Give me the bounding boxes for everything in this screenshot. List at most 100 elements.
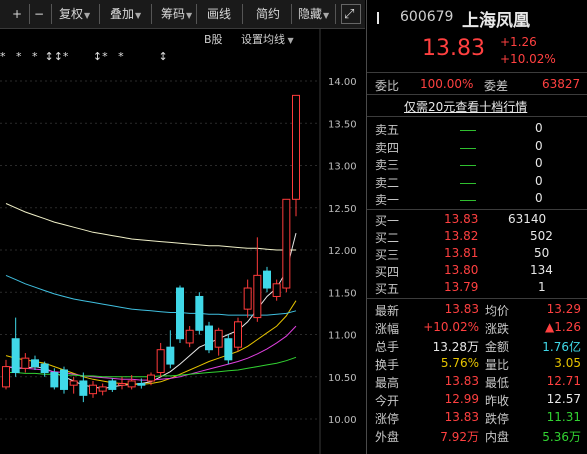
stat-label: 最高 [375, 376, 400, 390]
zoom-in-button[interactable]: + [8, 4, 30, 24]
bid-price[interactable]: 13.80 [444, 263, 478, 277]
stat-value: 12.57 [546, 392, 581, 406]
stat-label: 今开 [375, 394, 400, 408]
bid-volume: 1 [538, 280, 546, 294]
fuquan-dropdown[interactable]: 复权▼ [55, 4, 100, 24]
candle-body [79, 380, 88, 396]
stat-label: 最新 [375, 304, 400, 318]
candle-body [166, 346, 175, 365]
candle-body [2, 366, 10, 388]
stat-label: 量比 [485, 358, 510, 372]
y-tick-label: 13.00 [328, 162, 357, 173]
y-tick-label: 13.50 [328, 119, 357, 130]
bid-volume: 63140 [508, 212, 547, 226]
bid-label: 买三 [375, 248, 400, 262]
chouma-label: 筹码 [161, 7, 186, 21]
candle-body [282, 198, 291, 289]
candle-body [176, 287, 184, 340]
y-tick-label: 14.00 [328, 77, 357, 88]
candle-body [205, 325, 213, 351]
empty-price-dash [460, 130, 476, 131]
ask-label: 卖五 [375, 123, 400, 137]
y-tick-label: 10.00 [328, 415, 357, 426]
stat-value: 3.05 [554, 356, 581, 370]
stat-value: 13.83 [444, 410, 479, 424]
price-change: +1.26 [500, 35, 537, 49]
huaxian-label: 画线 [207, 7, 232, 21]
y-tick-label: 10.50 [328, 373, 357, 384]
bid-label: 买一 [375, 214, 400, 228]
stat-value: 11.31 [546, 410, 581, 424]
bid-label: 买二 [375, 231, 400, 245]
candle-body [137, 383, 146, 386]
bid-price[interactable]: 13.83 [444, 212, 478, 226]
candle-body [263, 270, 271, 289]
stat-value: +10.02% [423, 320, 479, 334]
y-tick-label: 12.50 [328, 204, 357, 215]
huaxian-button[interactable]: 画线 [203, 4, 243, 24]
menu-icon[interactable] [375, 11, 389, 25]
diejia-dropdown[interactable]: 叠加▼ [106, 4, 152, 24]
empty-price-dash [460, 182, 476, 184]
weicha-value: 63827 [542, 77, 581, 91]
ask-volume: 0 [535, 191, 543, 205]
ask-volume: 0 [535, 173, 543, 188]
candle-body [292, 94, 300, 200]
chevron-down-icon: ▼ [323, 11, 330, 20]
bid-price[interactable]: 13.82 [444, 229, 478, 243]
yincang-dropdown[interactable]: 隐藏▼ [294, 4, 336, 24]
quote-panel: 600679 上海凤凰 13.83 +1.26 +10.02% 委比 100.0… [366, 0, 587, 454]
bid-price[interactable]: 13.81 [444, 246, 478, 260]
chart-canvas[interactable]: 14.00 13.50 13.00 12.50 12.00 11.50 11.00 10.50… [0, 28, 365, 454]
chevron-down-icon: ▼ [84, 11, 91, 20]
bid-volume: 502 [530, 229, 553, 243]
ask-volume: 0 [535, 121, 543, 135]
fuquan-label: 复权 [59, 7, 84, 21]
stat-label: 涨停 [375, 412, 400, 426]
ask-label: 卖一 [375, 193, 400, 207]
stat-label: 最低 [485, 376, 510, 390]
candle-body [40, 363, 49, 374]
ask-volume: 0 [535, 138, 543, 153]
ma-line [5, 300, 297, 385]
candle-body [108, 380, 117, 390]
candle-body [89, 384, 97, 395]
candle-body [185, 329, 194, 344]
stat-value: 12.71 [546, 374, 581, 388]
candle-body [156, 349, 165, 374]
chevron-down-icon: ▼ [186, 11, 193, 20]
candle-body [31, 359, 39, 368]
diejia-label: 叠加 [110, 7, 135, 21]
fullscreen-button[interactable]: ⤢ [341, 4, 361, 24]
weicha-label: 委差 [484, 79, 509, 93]
stat-label: 涨幅 [375, 322, 400, 336]
stat-label: 总手 [375, 340, 400, 354]
zoom-out-button[interactable]: − [30, 4, 52, 24]
jianyue-button[interactable]: 简约 [252, 4, 292, 24]
candle-body [147, 374, 155, 382]
stock-code: 600679 [400, 9, 454, 25]
y-tick-label: 11.00 [328, 331, 357, 342]
candle-body [127, 380, 136, 388]
bid-price[interactable]: 13.79 [444, 280, 478, 294]
bid-label: 买四 [375, 265, 400, 279]
stat-value: 13.83 [444, 374, 479, 388]
candle-body [21, 357, 30, 369]
candle-body [69, 380, 78, 386]
candle-body [234, 321, 242, 348]
event-markers[interactable]: * * * ↕↕* ↕* * ↕ [0, 50, 168, 63]
chouma-button[interactable]: 筹码▼ [157, 4, 197, 24]
y-tick-label: 11.50 [328, 288, 357, 299]
chevron-down-icon: ▼ [285, 36, 294, 45]
bid-volume: 50 [534, 246, 550, 260]
promo-link[interactable]: 仅需20元查看十档行情 [404, 98, 527, 115]
candle-body [243, 287, 252, 310]
stat-value: 13.28万 [432, 340, 479, 354]
empty-price-dash [460, 147, 476, 149]
current-price: 13.83 [422, 36, 485, 61]
stat-label: 昨收 [485, 394, 510, 408]
candle-body [224, 338, 233, 361]
b-share-label[interactable]: B股 [204, 31, 223, 47]
ma-setting-button[interactable]: 设置均线 ▼ [241, 31, 294, 47]
stat-value: 13.29 [546, 302, 581, 316]
